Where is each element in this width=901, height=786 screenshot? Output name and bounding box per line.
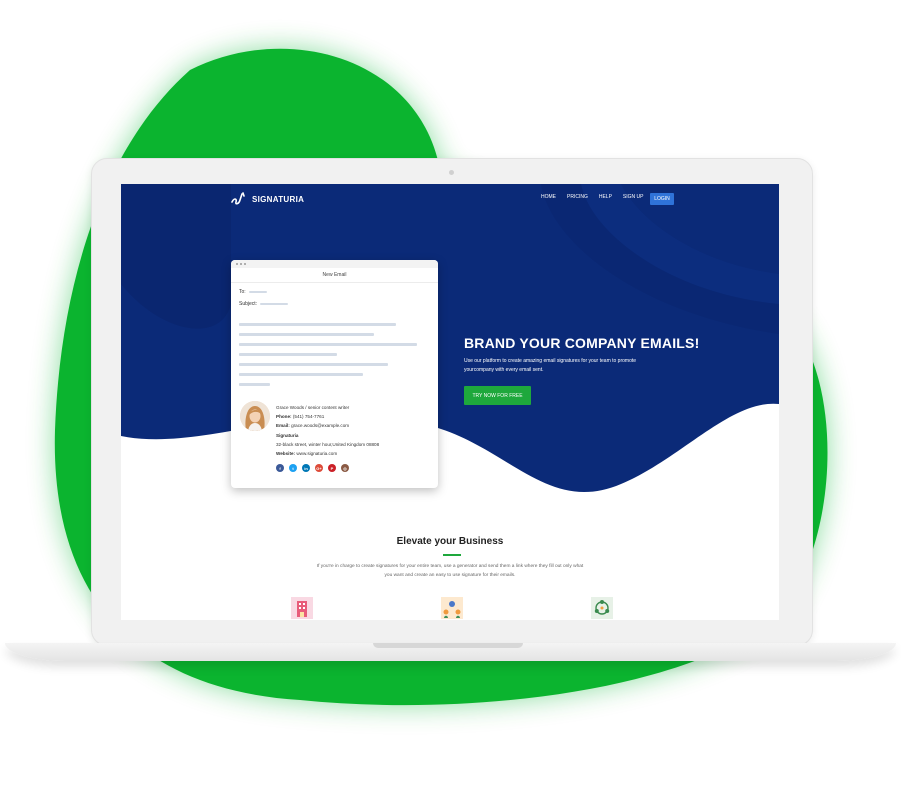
to-value-placeholder [248, 291, 267, 293]
avatar [240, 401, 270, 431]
signature-phone-line: Phone: (541) 754-7761 [276, 412, 379, 421]
signature-separator: / [305, 405, 307, 410]
brand-name: SIGNATURIA [252, 194, 305, 204]
signature-name: Grace Woods [276, 405, 304, 410]
nav-home[interactable]: HOME [541, 194, 556, 200]
linkedin-icon[interactable]: in [302, 464, 310, 472]
pinterest-icon[interactable]: P [328, 464, 336, 472]
signature-logo-icon [231, 192, 245, 205]
brand-logo[interactable]: SIGNATURIA [231, 192, 304, 206]
avatar-portrait-icon [240, 401, 270, 431]
signature-address: 32-black street, winter hour,United King… [276, 441, 380, 447]
window-dot [236, 263, 238, 265]
email-label: Email: [276, 423, 290, 429]
window-dot [240, 263, 242, 265]
login-button[interactable]: LOGIN [650, 193, 674, 205]
body-text-line [239, 373, 363, 376]
window-dot [244, 263, 246, 265]
nav-signup[interactable]: SIGN UP [623, 194, 644, 200]
subject-label: Subject: [239, 301, 258, 307]
body-text-line [239, 383, 270, 386]
laptop-notch [373, 643, 523, 648]
subject-value-placeholder [260, 303, 289, 305]
website-value[interactable]: www.signaturia.com [296, 451, 337, 456]
try-now-button[interactable]: TRY NOW FOR FREE [464, 386, 531, 405]
top-nav: SIGNATURIA HOME PRICING HELP SIGN UP LOG… [121, 184, 779, 214]
company-name: Signaturia [276, 432, 299, 438]
instagram-icon[interactable]: ◎ [341, 464, 349, 472]
network-icon [591, 597, 613, 619]
google-plus-icon[interactable]: G+ [315, 464, 323, 472]
phone-value: (541) 754-7761 [292, 414, 325, 420]
twitter-icon[interactable]: t [289, 464, 297, 472]
email-preview-card: New Email To: Subject: Grace Woods / sen… [231, 260, 438, 488]
section-title: Elevate your Business [396, 536, 504, 547]
body-text-line [239, 323, 396, 326]
camera-dot [449, 170, 454, 175]
body-text-line [239, 333, 374, 336]
body-text-line [239, 353, 337, 356]
nav-links: HOME PRICING HELP SIGN UP [541, 194, 643, 200]
email-value: grace.woods@example.com [291, 423, 350, 429]
website-label: Website: [276, 451, 296, 457]
section-title-underline [443, 554, 461, 556]
email-window-title: New Email [231, 268, 438, 283]
to-field[interactable]: To: [231, 286, 438, 298]
subject-field[interactable]: Subject: [231, 298, 438, 310]
hero-subtitle: Use our platform to create amazing email… [464, 358, 637, 373]
body-text-line [239, 343, 417, 346]
section-description: If you're in charge to create signatures… [316, 564, 584, 578]
nav-help[interactable]: HELP [599, 194, 612, 200]
nav-pricing[interactable]: PRICING [567, 194, 588, 200]
hero-title: BRAND YOUR COMPANY EMAILS! [464, 335, 700, 351]
signature-company: Signaturia [276, 431, 379, 440]
signature-email-line: Email: grace.woods@example.com [276, 421, 379, 430]
email-signature: Grace Woods / senior content writer Phon… [276, 403, 379, 458]
body-text-line [239, 363, 388, 366]
signature-name-line: Grace Woods / senior content writer [276, 403, 379, 412]
laptop-screen: SIGNATURIA HOME PRICING HELP SIGN UP LOG… [121, 184, 779, 620]
facebook-icon[interactable]: f [276, 464, 284, 472]
to-label: To: [239, 289, 246, 295]
building-icon [291, 597, 313, 619]
window-controls [231, 260, 438, 268]
team-icon [441, 597, 463, 619]
signature-role: senior content writer [307, 405, 350, 410]
social-icons: f t in G+ P ◎ [276, 464, 349, 472]
signature-website-line: Website: www.signaturia.com [276, 449, 379, 458]
phone-label: Phone: [276, 414, 292, 420]
